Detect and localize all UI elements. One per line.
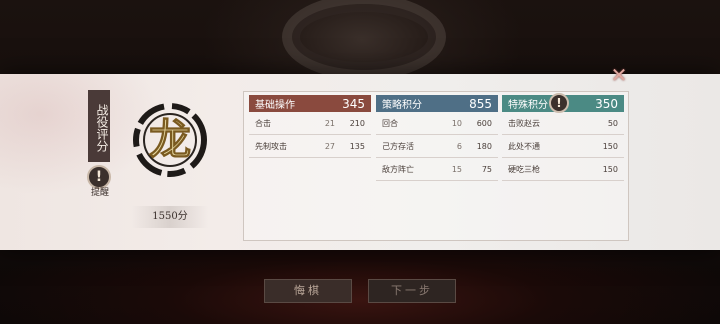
column-points: 345 [342,96,365,111]
column-points: 855 [469,96,492,111]
row-count: 10 [451,118,462,128]
row-score: 150 [602,164,618,174]
row-count: 27 [324,141,335,151]
row-score: 600 [476,118,492,128]
row-score: 50 [607,118,618,128]
score-row: 先制攻击 27 135 [249,135,371,158]
row-name: 敌方阵亡 [382,164,414,174]
row-name: 己方存活 [382,141,414,151]
score-row: 击败赵云 50 [502,112,624,135]
column-basic: 基础操作 345 合击 21 210 先制攻击 27 135 [249,95,371,158]
total-score: 1550分 [132,206,208,228]
next-step-button[interactable]: 下一步 [368,279,456,303]
score-row: 此处不通 150 [502,135,624,158]
score-row: 硬吃三枪 150 [502,158,624,181]
column-title: 基础操作 [255,100,295,111]
score-row: 合击 21 210 [249,112,371,135]
grade-character: 龙 [149,115,191,164]
row-name: 击败赵云 [508,118,540,128]
score-row: 回合 10 600 [376,112,498,135]
row-score: 180 [476,141,492,151]
column-strategy: 策略积分 855 回合 10 600 己方存活 6 180 敌方阵亡 15 75 [376,95,498,181]
row-score: 210 [349,118,365,128]
score-row: 敌方阵亡 15 75 [376,158,498,181]
row-name: 此处不通 [508,141,540,151]
column-title: 策略积分 [382,100,422,111]
score-row: 己方存活 6 180 [376,135,498,158]
row-score: 75 [481,164,492,174]
column-title: 特殊积分 [508,100,548,111]
row-count: 6 [456,141,462,151]
row-name: 回合 [382,118,398,128]
column-header: 策略积分 855 [376,95,498,112]
row-name: 合击 [255,118,271,128]
alert-label: 提醒 [90,188,109,198]
column-header: 基础操作 345 [249,95,371,112]
undo-button[interactable]: 悔棋 [264,279,352,303]
hint-icon[interactable]: ! [549,93,569,113]
grade-emblem: 龙 [133,103,207,177]
rating-label: 战役评分 [88,90,110,162]
row-score: 150 [602,141,618,151]
column-points: 350 [595,96,618,111]
close-icon[interactable]: ✕ [608,64,630,86]
row-count: 21 [324,118,335,128]
row-name: 先制攻击 [255,141,287,151]
row-score: 135 [349,141,365,151]
row-count: 15 [451,164,462,174]
row-name: 硬吃三枪 [508,164,540,174]
